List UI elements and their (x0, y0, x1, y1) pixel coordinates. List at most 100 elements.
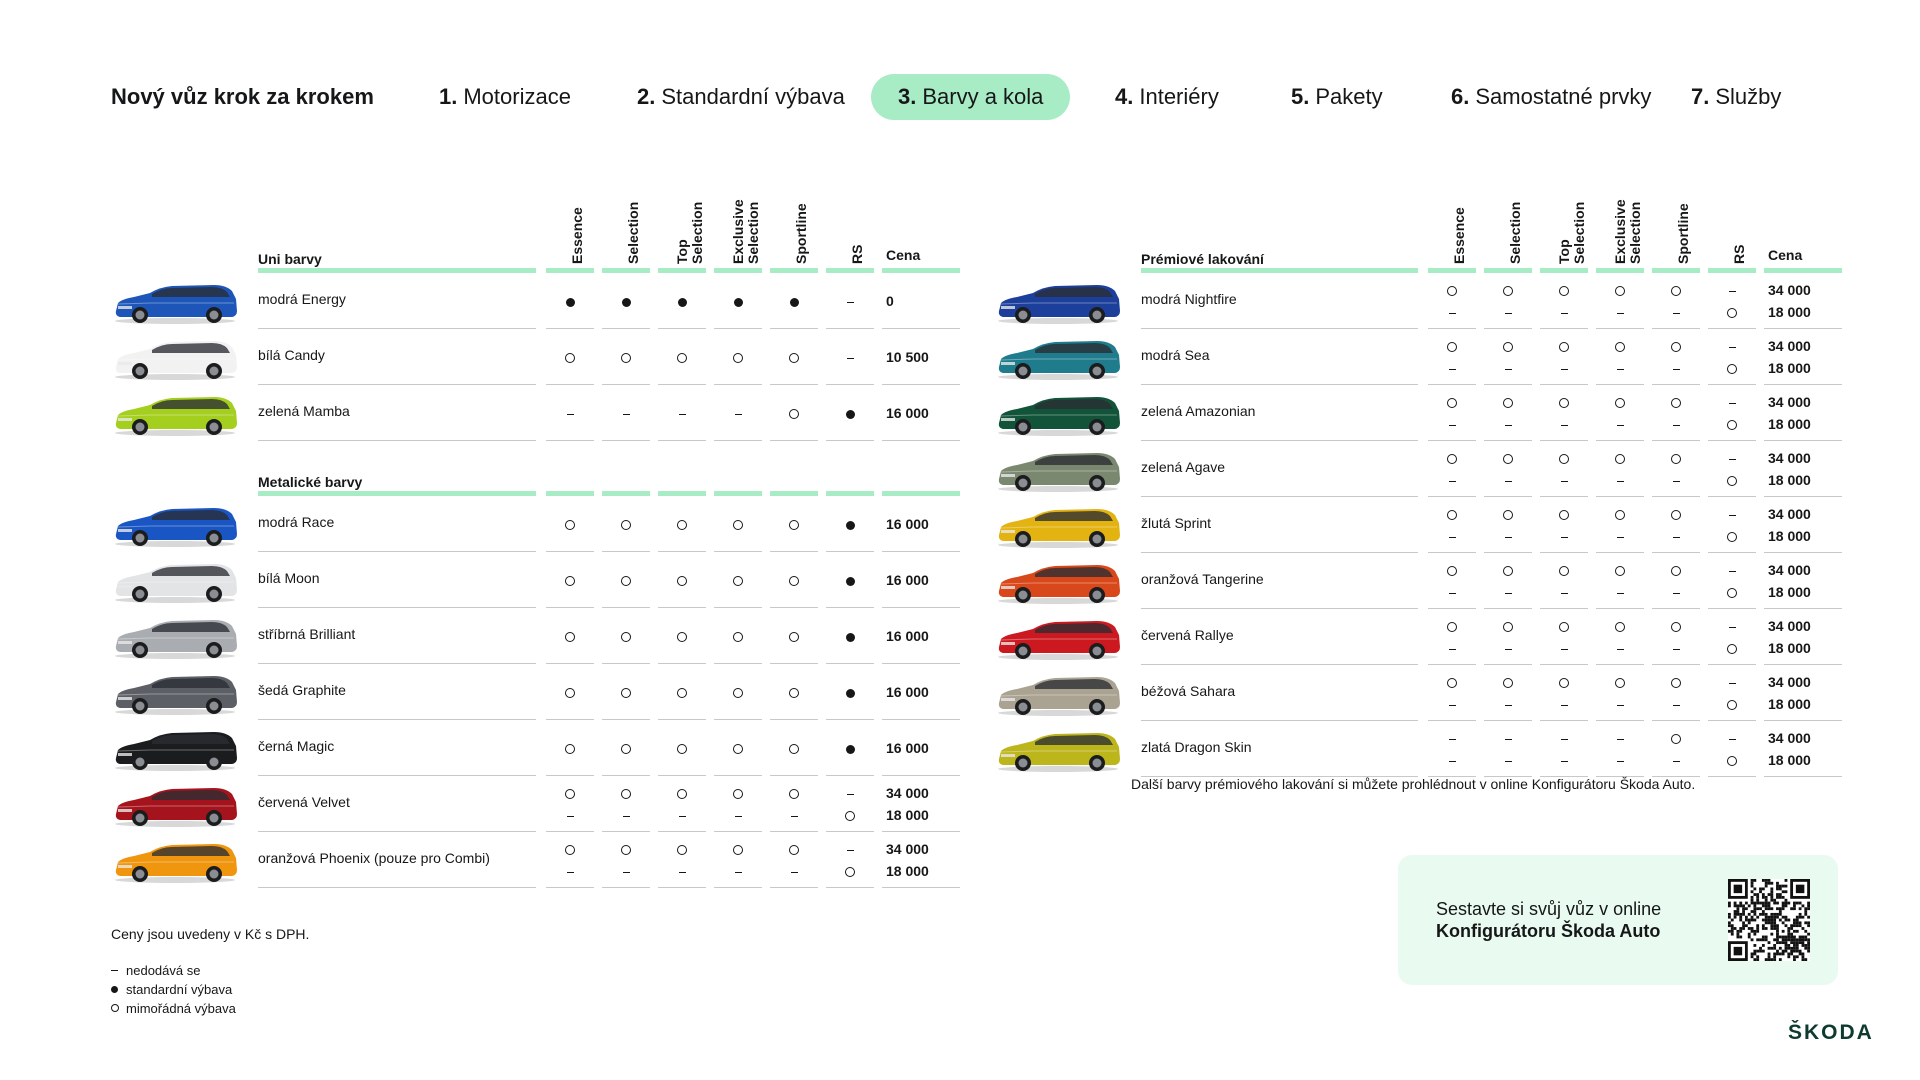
dash-icon (1616, 760, 1624, 762)
price-value: 34 000 (1768, 450, 1811, 466)
availability-mark (1428, 615, 1476, 637)
ring-icon (1727, 420, 1737, 431)
availability-mark (1596, 391, 1644, 413)
availability-cell (1484, 503, 1532, 547)
availability-cell (1652, 335, 1700, 379)
availability-mark (1484, 581, 1532, 603)
availability-cell (1484, 615, 1532, 659)
ring-icon (1727, 756, 1737, 767)
dash-icon (1504, 760, 1512, 762)
availability-mark (1652, 749, 1700, 771)
promo-text: Sestavte si svůj vůz v online (1436, 899, 1662, 919)
car-thumbnail (993, 665, 1123, 721)
availability-mark (1652, 469, 1700, 491)
availability-cell (1652, 559, 1700, 603)
ring-icon (1447, 566, 1457, 577)
price-value: 34 000 (1768, 338, 1811, 354)
color-row: oranžová Tangerine 34 000 18 000 (993, 553, 1844, 609)
ring-icon (1727, 644, 1737, 655)
availability-mark (1596, 693, 1644, 715)
dash-icon (1448, 738, 1456, 740)
availability-mark (1428, 559, 1476, 581)
availability-cell (1708, 447, 1756, 491)
price-value: 34 000 (1768, 282, 1811, 298)
promo-link-text[interactable]: Konfigurátoru Škoda Auto (1436, 921, 1660, 942)
configurator-promo[interactable]: Sestavte si svůj vůz v online Konfigurát… (1398, 855, 1838, 985)
color-name: červená Rallye (1141, 627, 1234, 643)
availability-cell (1596, 391, 1644, 435)
ring-icon (1727, 364, 1737, 375)
availability-cell (1484, 335, 1532, 379)
car-thumbnail (993, 385, 1123, 441)
dash-icon (1560, 760, 1568, 762)
column-header: Exclusive Selection (1592, 184, 1648, 264)
dash-icon (1504, 312, 1512, 314)
ring-icon (1615, 454, 1625, 465)
color-name: žlutá Sprint (1141, 515, 1212, 531)
availability-cell (1652, 727, 1700, 771)
availability-mark (1540, 447, 1588, 469)
dash-icon (1672, 648, 1680, 650)
dash-icon (1560, 368, 1568, 370)
dash-icon (1504, 738, 1512, 740)
dash-icon (1672, 536, 1680, 538)
dot-icon (111, 986, 118, 993)
ring-icon (1503, 454, 1513, 465)
availability-cell (1484, 559, 1532, 603)
availability-mark (1596, 615, 1644, 637)
dash-icon (1448, 592, 1456, 594)
dash-icon (1560, 424, 1568, 426)
price-value: 18 000 (1768, 640, 1811, 656)
dash-icon (1728, 458, 1736, 460)
availability-cell (1540, 503, 1588, 547)
dash-icon (1560, 648, 1568, 650)
ring-icon (1671, 734, 1681, 745)
dash-icon (1728, 570, 1736, 572)
availability-mark (1652, 357, 1700, 379)
availability-cell (1596, 503, 1644, 547)
price-value: 18 000 (1768, 360, 1811, 376)
legend-label: mimořádná výbava (126, 1001, 236, 1016)
availability-mark (1428, 447, 1476, 469)
row-divider (1708, 776, 1756, 777)
availability-mark (1428, 581, 1476, 603)
dash-icon (1672, 760, 1680, 762)
availability-mark (1484, 391, 1532, 413)
availability-mark (1596, 525, 1644, 547)
availability-cell (1540, 335, 1588, 379)
column-header: Top Selection (1536, 184, 1592, 264)
availability-cell (1484, 671, 1532, 715)
price-value: 34 000 (1768, 506, 1811, 522)
section-title: Prémiové lakování (1141, 251, 1264, 267)
availability-mark (1652, 503, 1700, 525)
ring-icon (1447, 454, 1457, 465)
ring-icon (1447, 398, 1457, 409)
availability-mark (1540, 749, 1588, 771)
availability-mark (1708, 581, 1756, 603)
availability-cell (1596, 279, 1644, 323)
price-value: 18 000 (1768, 304, 1811, 320)
availability-mark (1652, 413, 1700, 435)
dash-icon (1728, 514, 1736, 516)
availability-mark (1596, 469, 1644, 491)
ring-icon (1615, 510, 1625, 521)
color-name: oranžová Tangerine (1141, 571, 1264, 587)
availability-cell (1596, 615, 1644, 659)
availability-mark (1484, 615, 1532, 637)
price: 34 000 18 000 (1768, 671, 1811, 715)
availability-mark (1484, 559, 1532, 581)
availability-cell (1428, 503, 1476, 547)
color-row: žlutá Sprint 34 000 18 000 (993, 497, 1844, 553)
dash-icon (1560, 738, 1568, 740)
dash-icon (1448, 648, 1456, 650)
availability-cell (1484, 279, 1532, 323)
availability-cell (1652, 503, 1700, 547)
availability-cell (1652, 615, 1700, 659)
qr-code-icon[interactable] (1728, 879, 1810, 961)
legend-item-not-available: nedodává se (111, 961, 236, 980)
car-icon (998, 509, 1120, 548)
dash-icon (1616, 368, 1624, 370)
vat-note: Ceny jsou uvedeny v Kč s DPH. (111, 926, 310, 942)
ring-icon (1671, 566, 1681, 577)
ring-icon (1615, 342, 1625, 353)
